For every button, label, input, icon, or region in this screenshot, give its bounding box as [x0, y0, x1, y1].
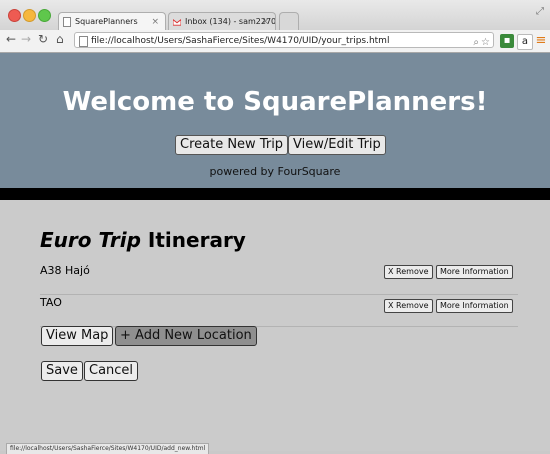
trip-name: Euro Trip	[40, 228, 141, 252]
menu-icon[interactable]: ≡	[534, 34, 548, 48]
back-icon[interactable]: ←	[6, 32, 16, 46]
more-information-button[interactable]: More Information	[436, 299, 513, 313]
view-edit-trip-button[interactable]: View/Edit Trip	[288, 135, 386, 155]
home-icon[interactable]: ⌂	[56, 32, 64, 46]
browser-tab-strip: SquarePlanners × Inbox (134) - sam2270@.…	[0, 0, 550, 31]
forward-icon[interactable]: →	[21, 32, 31, 46]
create-new-trip-button[interactable]: Create New Trip	[175, 135, 289, 155]
reload-icon[interactable]: ↻	[38, 32, 48, 46]
powered-by-text: powered by FourSquare	[209, 165, 341, 178]
search-icon[interactable]: ⌕	[473, 35, 479, 51]
new-tab-button[interactable]	[279, 12, 299, 30]
location-name: TAO	[40, 296, 62, 309]
save-button[interactable]: Save	[41, 361, 83, 381]
more-information-button[interactable]: More Information	[436, 265, 513, 279]
itinerary-heading-suffix: Itinerary	[147, 228, 246, 252]
gmail-icon	[173, 18, 181, 26]
header-divider	[0, 188, 550, 200]
add-new-location-button[interactable]: + Add New Location	[115, 326, 257, 346]
itinerary-panel: Euro Trip Itinerary A38 Hajó X Remove Mo…	[0, 200, 550, 451]
tab-squareplanners[interactable]: SquarePlanners ×	[58, 12, 166, 30]
close-tab-icon[interactable]: ×	[151, 13, 159, 30]
view-map-button[interactable]: View Map	[41, 326, 114, 346]
amazon-icon[interactable]: a	[517, 34, 533, 50]
star-icon[interactable]: ☆	[481, 35, 490, 51]
page-icon	[79, 36, 88, 47]
remove-location-button[interactable]: X Remove	[384, 299, 433, 313]
tab-inbox[interactable]: Inbox (134) - sam2270@... ×	[168, 12, 276, 30]
close-window-button[interactable]	[8, 9, 21, 22]
fullscreen-icon[interactable]: ⤢	[536, 6, 544, 17]
zoom-window-button[interactable]	[38, 9, 51, 22]
itinerary-heading: Euro Trip Itinerary	[40, 228, 246, 252]
site-header: Welcome to SquarePlanners! Create New Tr…	[0, 53, 550, 188]
address-bar[interactable]: file://localhost/Users/SashaFierce/Sites…	[74, 32, 494, 48]
browser-toolbar: ← → ↻ ⌂ file://localhost/Users/SashaFier…	[0, 30, 550, 53]
page-icon	[63, 17, 71, 27]
location-row: TAO X Remove More Information	[40, 294, 518, 327]
location-name: A38 Hajó	[40, 264, 90, 277]
remove-location-button[interactable]: X Remove	[384, 265, 433, 279]
location-row: A38 Hajó X Remove More Information	[40, 262, 518, 295]
tab-title: SquarePlanners	[75, 17, 138, 26]
status-bar-url: file://localhost/Users/SashaFierce/Sites…	[6, 443, 210, 454]
url-text: file://localhost/Users/SashaFierce/Sites…	[91, 36, 390, 46]
page-title: Welcome to SquarePlanners!	[62, 87, 488, 117]
extension-icon[interactable]: ▪	[500, 34, 514, 48]
minimize-window-button[interactable]	[23, 9, 36, 22]
close-tab-icon[interactable]: ×	[261, 13, 269, 30]
cancel-button[interactable]: Cancel	[84, 361, 139, 381]
